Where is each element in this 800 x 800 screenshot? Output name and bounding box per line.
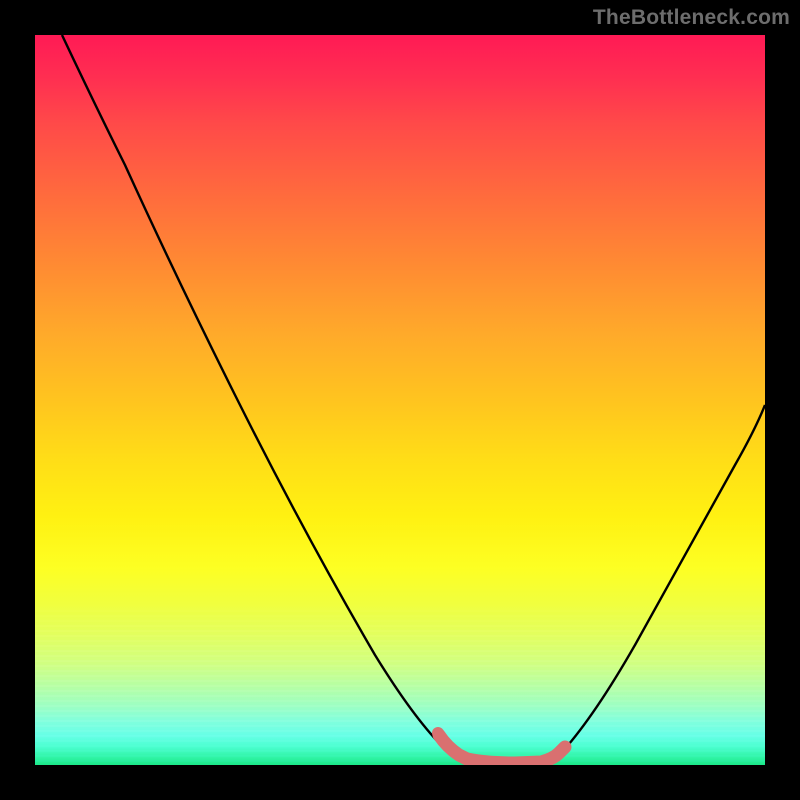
left-curve bbox=[62, 35, 445, 749]
watermark-text: TheBottleneck.com bbox=[593, 6, 790, 30]
minimum-start-dot bbox=[432, 727, 444, 739]
minimum-marker bbox=[439, 735, 565, 763]
chart-frame: TheBottleneck.com bbox=[0, 0, 800, 800]
curve-layer bbox=[35, 35, 765, 765]
right-curve bbox=[563, 405, 765, 751]
plot-area bbox=[35, 35, 765, 765]
